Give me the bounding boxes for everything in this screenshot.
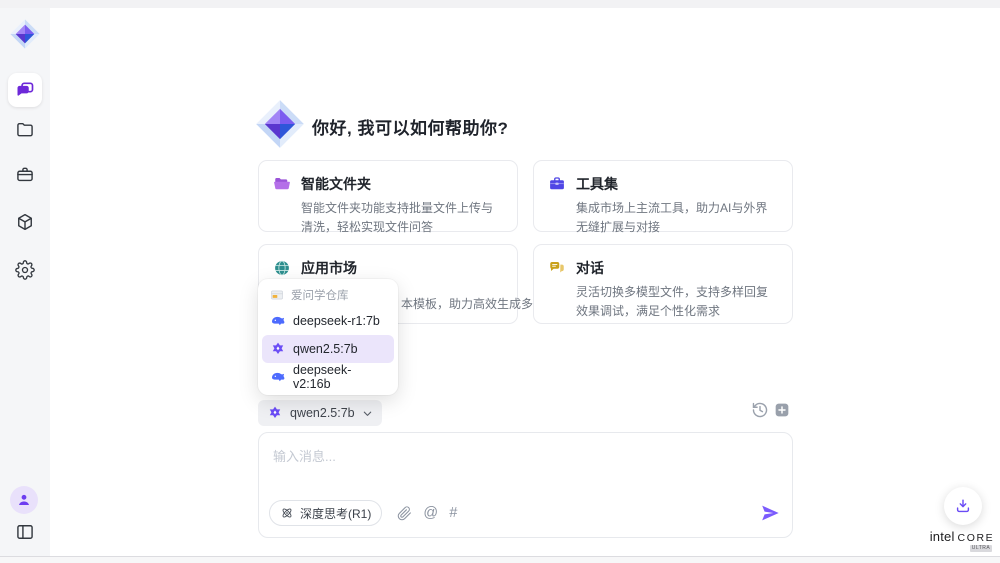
window-top-frame bbox=[0, 0, 1000, 8]
paperclip-icon[interactable] bbox=[397, 506, 412, 521]
gear-icon bbox=[15, 260, 35, 280]
sidebar-item-models[interactable] bbox=[15, 212, 35, 232]
deepseek-icon bbox=[270, 313, 286, 329]
sidebar-collapse-button[interactable] bbox=[15, 522, 35, 542]
app-logo bbox=[7, 16, 43, 52]
cube-icon bbox=[15, 212, 35, 232]
hashtag-icon[interactable]: # bbox=[449, 506, 457, 521]
intel-core-logo: intel core ultra bbox=[926, 529, 998, 552]
card-title: 应用市场 bbox=[301, 258, 357, 278]
mention-icon[interactable]: @ bbox=[423, 506, 438, 521]
model-option-label: qwen2.5:7b bbox=[293, 342, 358, 356]
download-icon bbox=[954, 497, 972, 515]
intel-wordmark: intel bbox=[930, 529, 955, 544]
history-icon[interactable] bbox=[751, 401, 769, 419]
model-option-deepseek-v2[interactable]: deepseek-v2:16b bbox=[262, 363, 394, 391]
greeting-title: 你好, 我可以如何帮助你? bbox=[312, 114, 508, 139]
deep-think-label: 深度思考(R1) bbox=[300, 505, 371, 522]
model-option-deepseek-r1[interactable]: deepseek-r1:7b bbox=[262, 307, 394, 335]
card-desc: 智能文件夹功能支持批量文件上传与清洗，轻松实现文件问答 bbox=[301, 199, 503, 236]
card-title: 对话 bbox=[576, 258, 604, 278]
new-chat-icon[interactable] bbox=[774, 402, 790, 418]
dialogue-icon bbox=[548, 259, 566, 277]
model-option-label: deepseek-r1:7b bbox=[293, 314, 380, 328]
window-bottom-frame bbox=[0, 556, 1000, 563]
model-selector-button[interactable]: qwen2.5:7b bbox=[258, 400, 382, 426]
card-dialogue[interactable]: 对话 灵活切换多模型文件，支持多样回复效果调试，满足个性化需求 bbox=[533, 244, 793, 324]
smart-folder-icon bbox=[273, 175, 291, 193]
deep-think-button[interactable]: 深度思考(R1) bbox=[269, 500, 382, 526]
deepseek-icon bbox=[270, 369, 286, 385]
send-icon[interactable] bbox=[760, 503, 780, 523]
message-input-placeholder: 输入消息... bbox=[273, 446, 336, 465]
sidebar-item-chat[interactable] bbox=[8, 73, 42, 107]
panel-toggle-icon bbox=[15, 522, 35, 542]
repository-label: 爱问学仓库 bbox=[291, 287, 349, 303]
model-option-label: deepseek-v2:16b bbox=[293, 363, 386, 391]
model-dropdown: 爱问学仓库 deepseek-r1:7b qwen2.5:7b deepseek… bbox=[258, 279, 398, 395]
greeting-logo bbox=[254, 98, 306, 150]
qwen-icon bbox=[267, 405, 283, 421]
card-smart-folder[interactable]: 智能文件夹 智能文件夹功能支持批量文件上传与清洗，轻松实现文件问答 bbox=[258, 160, 518, 232]
model-selector-label: qwen2.5:7b bbox=[290, 406, 355, 420]
folder-icon bbox=[15, 120, 35, 140]
download-fab-button[interactable] bbox=[944, 487, 982, 525]
message-input[interactable]: 输入消息... 深度思考(R1) @ # bbox=[258, 432, 793, 538]
atom-icon bbox=[280, 506, 294, 520]
sidebar-item-folders[interactable] bbox=[15, 120, 35, 140]
sidebar-item-settings[interactable] bbox=[15, 260, 35, 280]
model-dropdown-header: 爱问学仓库 bbox=[262, 283, 394, 307]
card-toolset[interactable]: 工具集 集成市场上主流工具，助力AI与外界无缝扩展与对接 bbox=[533, 160, 793, 232]
intel-badge: ultra bbox=[970, 545, 992, 552]
sidebar bbox=[0, 8, 50, 556]
card-title: 工具集 bbox=[576, 174, 618, 194]
model-option-qwen[interactable]: qwen2.5:7b bbox=[262, 335, 394, 363]
chat-icon bbox=[15, 80, 35, 100]
card-desc: 集成市场上主流工具，助力AI与外界无缝扩展与对接 bbox=[576, 199, 778, 236]
qwen-icon bbox=[270, 341, 286, 357]
user-icon bbox=[16, 492, 32, 508]
briefcase-icon bbox=[15, 165, 35, 185]
card-desc: 灵活切换多模型文件，支持多样回复效果调试，满足个性化需求 bbox=[576, 283, 778, 320]
sidebar-item-profile[interactable] bbox=[10, 486, 38, 514]
repository-icon bbox=[270, 288, 284, 302]
card-desc: 本模板，助力高效生成多 bbox=[401, 295, 533, 314]
sidebar-item-toolbox[interactable] bbox=[15, 165, 35, 185]
card-title: 智能文件夹 bbox=[301, 174, 371, 194]
toolset-icon bbox=[548, 175, 566, 193]
chevron-down-icon bbox=[362, 408, 373, 419]
app-market-icon bbox=[273, 259, 291, 277]
core-wordmark: core bbox=[958, 532, 995, 544]
